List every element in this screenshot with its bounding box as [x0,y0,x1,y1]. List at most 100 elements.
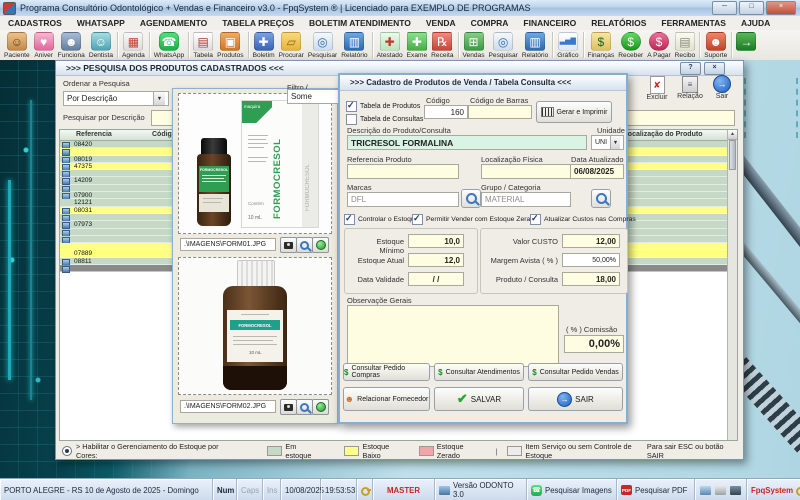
gerar-imprimir-button[interactable]: Gerar e Imprimir [536,101,612,123]
toolbar-aniver[interactable]: ♥Aniver [32,31,56,60]
grupo-search-button[interactable] [591,189,611,208]
delete-button[interactable]: ✘ Excluir [644,76,670,101]
image1-path-field[interactable]: .\IMAGENS\FORM01.JPG [180,238,276,251]
menu-compra[interactable]: COMPRA [471,18,509,28]
barcode-icon [541,107,554,117]
table-scrollbar[interactable]: ▲ [727,130,737,440]
toolbar-receita[interactable]: ℞Receita [429,31,455,60]
column-referencia[interactable]: Referencia [76,131,112,138]
toolbar-relatorio-vendas[interactable]: ▥Relatório [520,31,550,60]
unidade-select[interactable]: UNI ▼ [591,135,624,150]
toolbar-recibo[interactable]: ▤Recibo [673,31,698,60]
estoque-atual-field[interactable]: 12,0 [408,253,464,267]
maximize-button[interactable]: □ [739,1,764,15]
toolbar-agenda[interactable]: ▦Agenda [120,31,147,60]
descricao-field[interactable]: TRICRESOL FORMALINA [347,135,587,150]
toolbar-sair[interactable]: → [734,31,758,53]
produto-consulta-field[interactable]: 18,00 [562,272,620,286]
toolbar-whatsapp[interactable]: ☎WhatsApp [152,31,186,60]
toolbar-vendas[interactable]: ⊞Vendas [461,31,487,60]
key-icon [361,485,368,495]
toolbar-funciona[interactable]: ☻Funciona [56,31,87,60]
minimize-button[interactable]: ─ [712,1,737,15]
toolbar-tabela[interactable]: ▤Tabela [191,31,215,60]
color-management-radio[interactable] [62,446,72,456]
legend-row: > Habilitar o Gerenciamento do Estoque p… [62,445,737,457]
menu-whatsapp[interactable]: WHATSAPP [77,18,125,28]
observacoes-label: Observaçõe Gerais [347,296,412,305]
toolbar-grafico[interactable]: ▃▅▇Gráfico [555,31,580,60]
sair-button[interactable]: →SAIR [528,387,623,411]
exit-window-button[interactable]: → Sair [710,75,734,100]
barras-field[interactable] [468,105,532,119]
toolbar-pesquisar-vendas[interactable]: ◎Pesquisar [487,31,520,60]
close-button[interactable]: × [766,1,796,15]
menu-boletim[interactable]: BOLETIM ATENDIMENTO [309,18,411,28]
toolbar-exame[interactable]: ✚Exame [405,31,430,60]
consultar-atendimentos-button[interactable]: $Consultar Atendimentos [434,363,524,381]
window-close-button[interactable]: × [704,62,725,75]
toolbar-receber[interactable]: $Receber [616,31,645,60]
filter-select[interactable]: Some [287,89,340,104]
zoom-image2-button[interactable] [296,399,313,415]
atualizar-custos-checkbox[interactable]: Atualizar Custos nas Compras [530,214,636,225]
help-button[interactable]: ? [680,62,701,75]
comissao-field[interactable]: 0,00% [564,335,624,353]
data-atualizado-field[interactable]: 06/08/2025 [570,164,624,179]
status-tools[interactable] [695,479,747,500]
salvar-button[interactable]: ✔SALVAR [434,387,524,411]
marcas-search-button[interactable] [461,189,481,208]
bottle-label-green: FORMOCRESOL [199,166,229,192]
menu-cadastros[interactable]: CADASTROS [8,18,62,28]
box-text-line [248,143,268,144]
menu-venda[interactable]: VENDA [426,18,456,28]
load-image1-button[interactable] [312,237,329,253]
menu-ferramentas[interactable]: FERRAMENTAS [661,18,726,28]
tabela-produtos-checkbox[interactable]: Tabela de Produtos [346,101,420,112]
codigo-field[interactable]: 160 [424,105,468,119]
toolbar-boletim[interactable]: ✚Boletim [251,31,277,60]
toolbar-suporte[interactable]: ☻Suporte [702,31,729,60]
status-search-images[interactable]: ☎ Pesquisar Imagens [527,479,617,500]
menu-agendamento[interactable]: AGENDAMENTO [140,18,207,28]
toolbar-financas[interactable]: $Finanças [586,31,617,60]
menu-ajuda[interactable]: AJUDA [741,18,770,28]
capture-image1-button[interactable] [280,237,297,253]
controlar-estoque-checkbox[interactable]: Controlar o Estoque [344,214,418,225]
scrollbar-thumb[interactable] [729,140,736,170]
marcas-field[interactable]: DFL [347,192,459,207]
grupo-field[interactable]: MATERIAL [481,192,571,207]
menu-tabela-precos[interactable]: TABELA PREÇOS [222,18,294,28]
valor-custo-field[interactable]: 12,00 [562,234,620,248]
toolbar-dentista[interactable]: ☺Dentista [87,31,115,60]
toolbar-atestado[interactable]: ✚Atestado [375,31,405,60]
tabela-consultas-checkbox[interactable]: Tabela de Consultas [346,114,423,125]
permitir-vender-checkbox[interactable]: Permitir Vender com Estoque Zerado [412,214,538,225]
menu-financeiro[interactable]: FINANCEIRO [523,18,576,28]
observacoes-textarea[interactable] [347,305,559,367]
toolbar-relatorio-produtos[interactable]: ▥Relatório [339,31,369,60]
toolbar-paciente[interactable]: ☺Paciente [2,31,32,60]
zoom-image1-button[interactable] [296,237,313,253]
margem-field[interactable]: 50,00% [562,253,620,267]
relation-button[interactable]: ≡ Relação [676,76,704,100]
toolbar-produtos[interactable]: ▣Produtos [215,31,245,60]
estoque-minimo-field[interactable]: 10,0 [408,234,464,248]
capture-image2-button[interactable] [280,399,297,415]
localizacao-fisica-field[interactable] [481,164,571,179]
image2-path-field[interactable]: .\IMAGENS\FORM02.JPG [180,400,276,413]
load-image2-button[interactable] [312,399,329,415]
order-search-select[interactable]: Por Descrição ▼ [63,91,169,106]
menu-relatorios[interactable]: RELATÓRIOS [591,18,646,28]
status-search-pdf[interactable]: PDF Pesquisar PDF [617,479,695,500]
consultar-compras-button[interactable]: $Consultar Pedido Compras [343,363,430,381]
data-validade-field[interactable]: / / [408,272,464,286]
money-doc-icon: $ [344,368,348,377]
toolbar-apagar[interactable]: $A Pagar [645,31,672,60]
toolbar-pesquisar-produtos[interactable]: ◎Pesquisar [306,31,339,60]
scroll-up-icon[interactable]: ▲ [728,130,737,140]
toolbar-procurar[interactable]: ▱Procurar [277,31,306,60]
relacionar-fornecedor-button[interactable]: ☻Relacionar Fornecedor [343,387,430,411]
consultar-vendas-button[interactable]: $Consultar Pedido Vendas [528,363,623,381]
referencia-field[interactable] [347,164,459,179]
